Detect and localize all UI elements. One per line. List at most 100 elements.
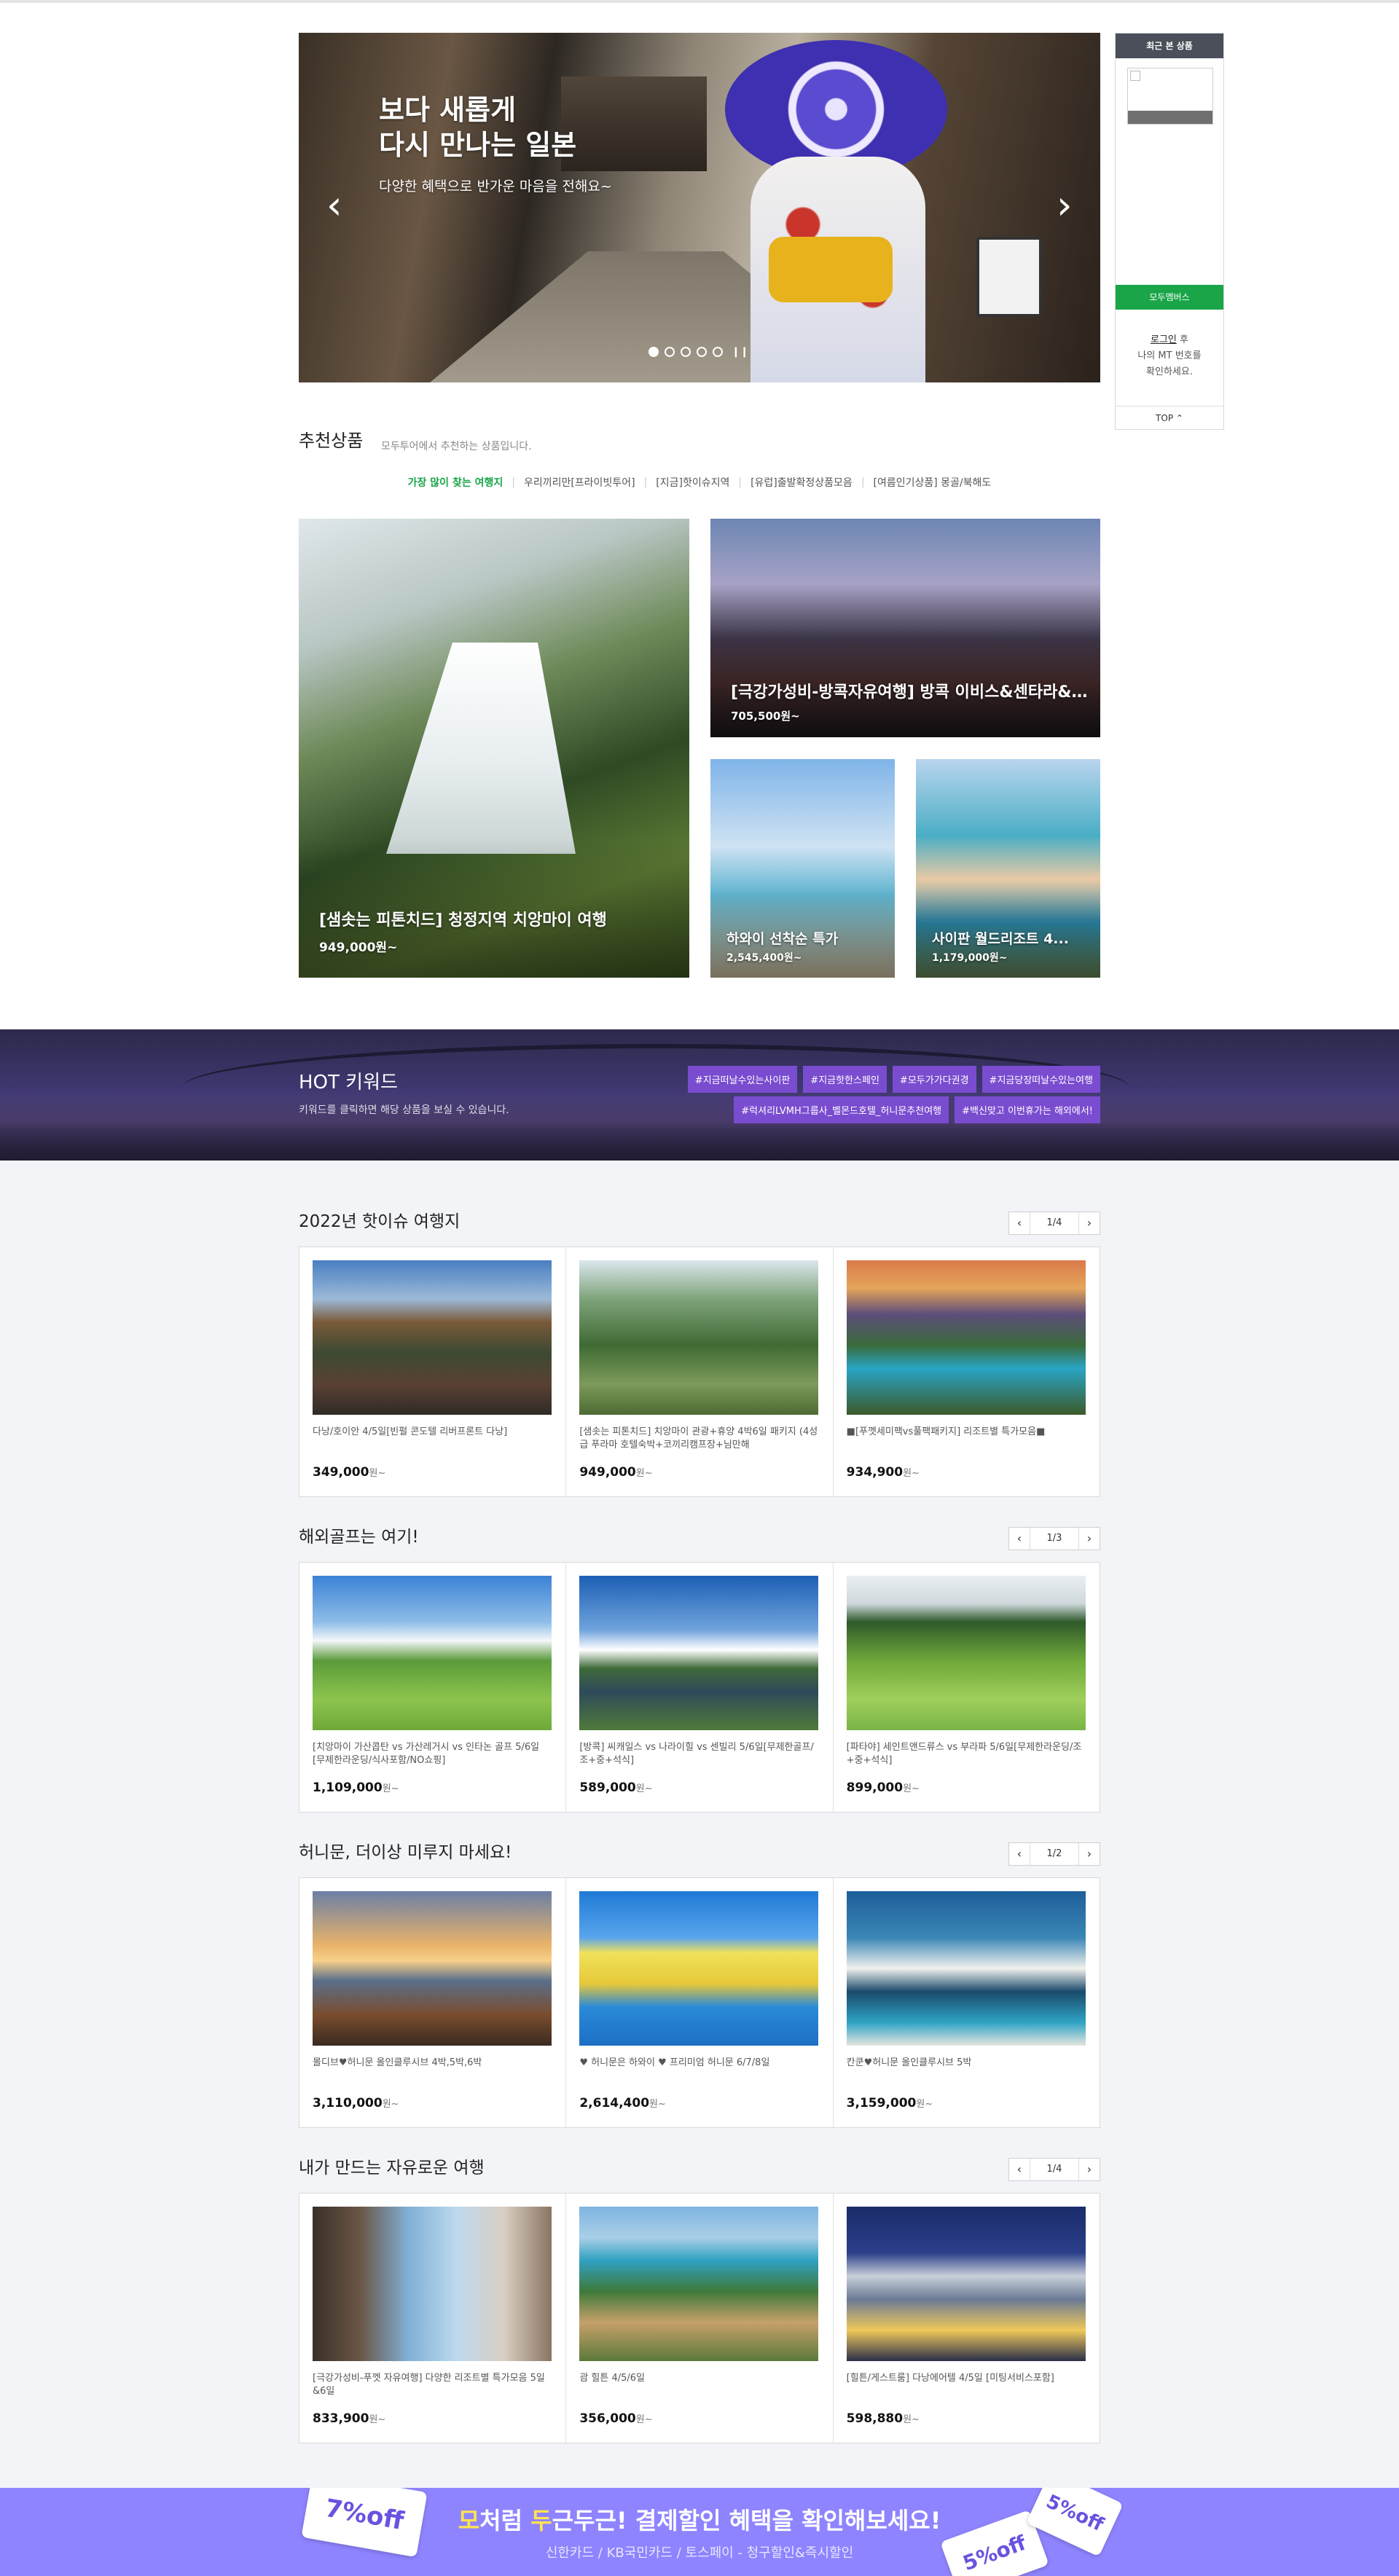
product-item[interactable]: [치앙마이 가산콥탄 vs 가산레거시 vs 인타논 골프 5/6일 [무제한라… bbox=[299, 1563, 567, 1812]
product-item[interactable]: 몰디브♥허니문 올인클루시브 4박,5박,6박 3,110,000원~ bbox=[299, 1878, 567, 2127]
banner-title-hl2: 두 bbox=[530, 2507, 552, 2534]
recommend-title: 추천상품 bbox=[299, 431, 364, 451]
pager-count: 1/3 bbox=[1030, 1528, 1079, 1550]
hero-dot-3[interactable] bbox=[681, 347, 691, 357]
product-name: 몰디브♥허니문 올인클루시브 4박,5박,6박 bbox=[313, 2057, 482, 2068]
product-item[interactable]: 다낭/호이안 4/5일[빈펄 콘도텔 리버프론트 다낭] 349,000원~ bbox=[299, 1247, 567, 1496]
hero-dot-5[interactable] bbox=[713, 347, 723, 357]
product-item[interactable]: [샘솟는 피톤치드] 치앙마이 관광+휴양 4박6일 패키지 (4성급 푸라마 … bbox=[566, 1247, 834, 1496]
pager-next-icon[interactable]: › bbox=[1079, 1528, 1100, 1550]
price-value: 589,000 bbox=[579, 1780, 636, 1795]
product-name: [힐튼/게스트룸] 다낭에어텔 4/5일 [미팅서비스포함] bbox=[846, 2373, 1054, 2384]
recommend-card-bangkok[interactable]: [극강가성비-방콕자유여행] 방콕 이비스&센타라&머... 705,500원~ bbox=[710, 519, 1100, 737]
login-line3: 확인하세요. bbox=[1146, 366, 1193, 377]
price-unit: 원~ bbox=[369, 2414, 386, 2425]
recent-item-checkbox[interactable] bbox=[1130, 71, 1140, 81]
pager-count: 1/4 bbox=[1030, 1212, 1079, 1234]
price-unit: 원~ bbox=[916, 2099, 933, 2110]
price-value: 2,614,400 bbox=[579, 2096, 650, 2110]
hero-dot-2[interactable] bbox=[665, 347, 675, 357]
product-item[interactable]: 괌 힐튼 4/5/6일 356,000원~ bbox=[566, 2194, 834, 2443]
product-item[interactable]: [극강가성비-푸껫 자유여행] 다양한 리조트별 특가모음 5일&6일 833,… bbox=[299, 2194, 567, 2443]
recommend-tabs: 가장 많이 찾는 여행지 | 우리끼리만[프라이빗투어] | [지금]핫이슈지역 | … bbox=[299, 475, 1100, 490]
pager-prev-icon[interactable]: ‹ bbox=[1009, 2159, 1030, 2180]
sidebar-header: 최근 본 상품 bbox=[1116, 34, 1223, 58]
keyword-chip[interactable]: #모두가가다권경 bbox=[892, 1066, 976, 1093]
keyword-chip[interactable]: #지금떠날수있는사이판 bbox=[687, 1066, 798, 1093]
recommend-card-chiangmai[interactable]: [샘솟는 피톤치드] 청정지역 치앙마이 여행 949,000원~ bbox=[299, 519, 689, 978]
product-item[interactable]: 칸쿤♥허니문 올인클루시브 5박 3,159,000원~ bbox=[834, 1878, 1100, 2127]
tab-summer[interactable]: [여름인기상품] 몽골/북해도 bbox=[865, 475, 1000, 490]
product-price: 349,000원~ bbox=[313, 1465, 385, 1480]
product-image bbox=[313, 1260, 552, 1415]
card-price: 949,000원~ bbox=[319, 941, 398, 955]
product-item[interactable]: [파타야] 세인트앤드류스 vs 부라파 5/6일[무제한라운딩/조+중+석식]… bbox=[834, 1563, 1100, 1812]
product-item[interactable]: [방콕] 씨캐일스 vs 나라이힐 vs 센빌리 5/6일[무제한골프/조+중+… bbox=[566, 1563, 834, 1812]
hot-keyword-banner: HOT 키워드 키워드를 클릭하면 해당 상품을 보실 수 있습니다. #지금떠… bbox=[0, 1029, 1399, 1161]
list-title: 내가 만드는 자유로운 여행 bbox=[299, 2159, 485, 2178]
product-price: 899,000원~ bbox=[847, 1780, 920, 1795]
price-unit: 원~ bbox=[635, 2414, 653, 2425]
list-pager: ‹ 1/4 › bbox=[1008, 1212, 1100, 1235]
product-image bbox=[579, 1576, 819, 1730]
product-list: 다낭/호이안 4/5일[빈펄 콘도텔 리버프론트 다낭] 349,000원~ [… bbox=[299, 1246, 1100, 1497]
pager-prev-icon[interactable]: ‹ bbox=[1009, 1843, 1030, 1865]
product-item[interactable]: ■[푸껫세미팩vs풀팩패키지] 리조트별 특가모음■ 934,900원~ bbox=[834, 1247, 1100, 1496]
price-unit: 원~ bbox=[635, 1468, 653, 1479]
pager-next-icon[interactable]: › bbox=[1079, 1843, 1100, 1865]
product-name: 칸쿤♥허니문 올인클루시브 5박 bbox=[846, 2057, 972, 2068]
product-price: 1,109,000원~ bbox=[313, 1780, 399, 1795]
recommend-card-saipan[interactable]: 사이판 월드리조트 4... 1,179,000원~ bbox=[916, 759, 1100, 978]
hero-next-arrow-icon[interactable]: › bbox=[1057, 186, 1073, 225]
hero-prev-arrow-icon[interactable]: ‹ bbox=[326, 186, 342, 225]
product-name: [치앙마이 가산콥탄 vs 가산레거시 vs 인타논 골프 5/6일 [무제한라… bbox=[313, 1742, 540, 1766]
recent-item-thumb[interactable] bbox=[1127, 68, 1213, 125]
hero-dot-1[interactable] bbox=[648, 347, 659, 357]
login-link[interactable]: 로그인 bbox=[1151, 334, 1177, 345]
list-pager: ‹ 1/3 › bbox=[1008, 1527, 1100, 1550]
keyword-chip[interactable]: #지금핫한스페인 bbox=[803, 1066, 887, 1093]
payment-discount-banner[interactable]: 7%off 5%off 5%off 모처럼 두근두근! 결제할인 혜택을 확인해… bbox=[0, 2488, 1399, 2576]
card-title: 하와이 선착순 특가 bbox=[726, 931, 839, 947]
pause-icon[interactable]: ❙❙ bbox=[732, 346, 748, 358]
pager-prev-icon[interactable]: ‹ bbox=[1009, 1212, 1030, 1234]
recommend-card-hawaii[interactable]: 하와이 선착순 특가 2,545,400원~ bbox=[710, 759, 895, 978]
keyword-chip[interactable]: #지금당장떠날수있는여행 bbox=[981, 1066, 1100, 1093]
hero-subtitle: 다양한 혜택으로 반가운 마음을 전해요~ bbox=[379, 178, 612, 195]
product-item[interactable]: ♥ 허니문은 하와이 ♥ 프리미엄 허니문 6/7/8일 2,614,400원~ bbox=[566, 1878, 834, 2127]
product-image bbox=[313, 2207, 552, 2361]
modu-members-button[interactable]: 모두멤버스 bbox=[1116, 285, 1223, 310]
hero-title-line2: 다시 만나는 일본 bbox=[379, 129, 577, 161]
keyword-chip[interactable]: #백신맞고 이번휴가는 해외에서! bbox=[955, 1096, 1100, 1123]
product-name: [파타야] 세인트앤드류스 vs 부라파 5/6일[무제한라운딩/조+중+석식] bbox=[846, 1742, 1082, 1766]
pager-count: 1/2 bbox=[1030, 1843, 1079, 1865]
product-list: 몰디브♥허니문 올인클루시브 4박,5박,6박 3,110,000원~ ♥ 허니… bbox=[299, 1877, 1100, 2128]
scroll-top-button[interactable]: TOP ⌃ bbox=[1116, 406, 1223, 429]
price-value: 949,000 bbox=[579, 1465, 636, 1480]
pager-prev-icon[interactable]: ‹ bbox=[1009, 1528, 1030, 1550]
hero-slider[interactable]: 보다 새롭게 다시 만나는 일본 다양한 혜택으로 반가운 마음을 전해요~ ‹… bbox=[299, 33, 1100, 382]
tab-europe[interactable]: [유럽]출발확정상품모음 bbox=[742, 475, 861, 490]
product-image bbox=[846, 2207, 1086, 2361]
product-item[interactable]: [힐튼/게스트룸] 다낭에어텔 4/5일 [미팅서비스포함] 598,880원~ bbox=[834, 2194, 1100, 2443]
card-price: 2,545,400원~ bbox=[726, 952, 802, 964]
product-image bbox=[313, 1891, 552, 2046]
product-list: [극강가성비-푸껫 자유여행] 다양한 리조트별 특가모음 5일&6일 833,… bbox=[299, 2193, 1100, 2443]
tab-private[interactable]: 우리끼리만[프라이빗투어] bbox=[515, 475, 644, 490]
pager-next-icon[interactable]: › bbox=[1079, 2159, 1100, 2180]
product-name: [극강가성비-푸껫 자유여행] 다양한 리조트별 특가모음 5일&6일 bbox=[313, 2373, 545, 2397]
product-image bbox=[846, 1576, 1086, 1730]
card-title: [극강가성비-방콕자유여행] 방콕 이비스&센타라&머... bbox=[731, 683, 1088, 702]
price-unit: 원~ bbox=[382, 1783, 399, 1794]
product-price: 833,900원~ bbox=[313, 2411, 385, 2426]
tab-hot-issue[interactable]: [지금]핫이슈지역 bbox=[647, 475, 738, 490]
hero-dot-4[interactable] bbox=[697, 347, 707, 357]
price-value: 833,900 bbox=[313, 2411, 369, 2426]
keyword-chip[interactable]: #럭셔리LVMH그룹사_벨몬드호텔_허니문추천여행 bbox=[734, 1096, 949, 1123]
tab-popular[interactable]: 가장 많이 찾는 여행지 bbox=[399, 475, 512, 490]
price-value: 356,000 bbox=[579, 2411, 636, 2426]
product-image bbox=[846, 1260, 1086, 1415]
pager-next-icon[interactable]: › bbox=[1079, 1212, 1100, 1234]
recent-item-bar bbox=[1128, 111, 1212, 124]
hot-keyword-title: HOT 키워드 bbox=[299, 1072, 398, 1093]
